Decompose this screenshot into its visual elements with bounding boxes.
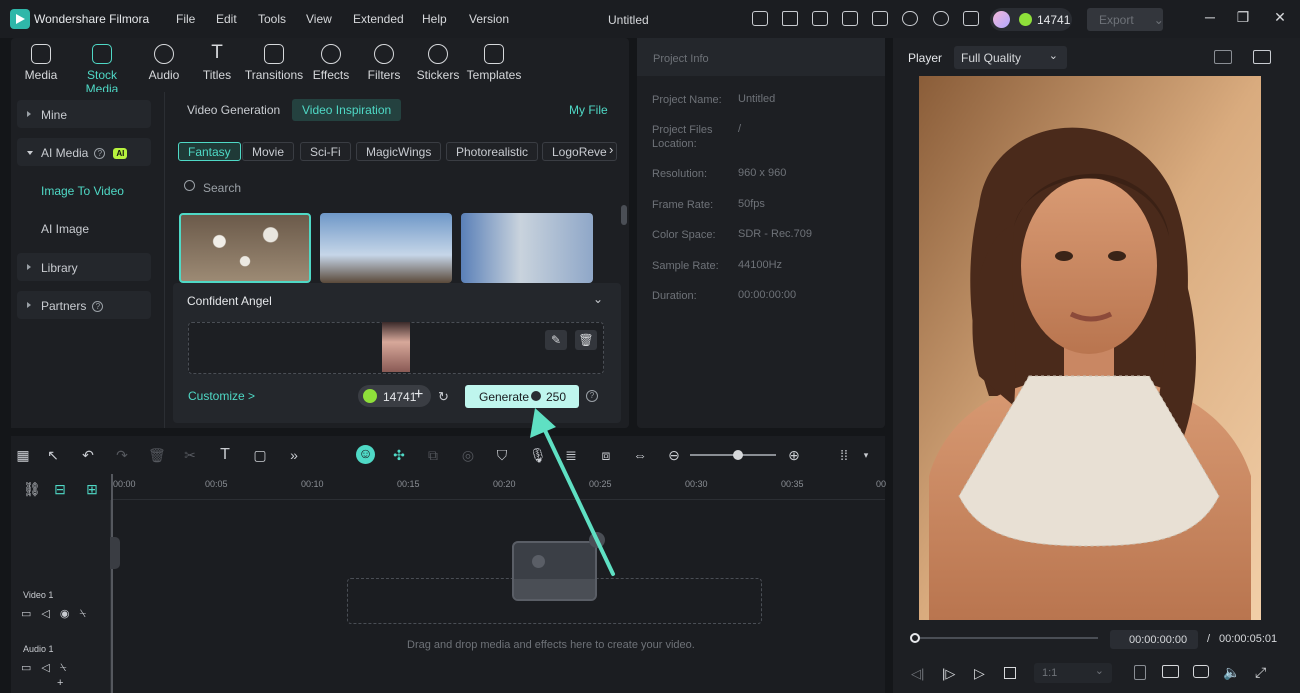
- annotation-arrow: [530, 408, 615, 576]
- annotation-arrow-shaft: [539, 420, 615, 576]
- annotation-arrow-head: [530, 408, 556, 438]
